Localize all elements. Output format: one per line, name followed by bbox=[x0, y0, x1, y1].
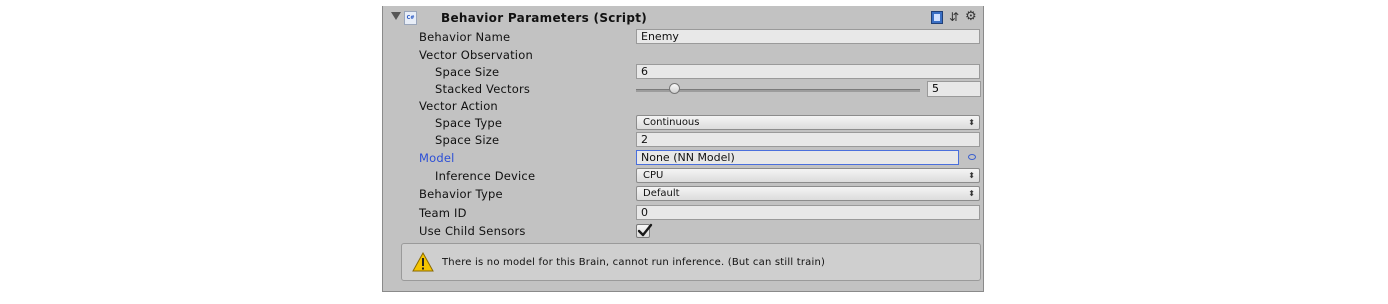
row-team-id: Team ID 0 bbox=[383, 205, 983, 222]
stacked-vectors-input[interactable]: 5 bbox=[927, 81, 981, 97]
model-label: Model bbox=[419, 151, 455, 165]
updown-arrows-icon: ⬍ bbox=[968, 118, 975, 127]
warning-message: There is no model for this Brain, cannot… bbox=[442, 257, 826, 268]
space-type-value: Continuous bbox=[643, 117, 700, 128]
model-object-field[interactable]: None (NN Model) bbox=[636, 150, 959, 165]
book-icon[interactable] bbox=[931, 11, 943, 24]
row-model: Model None (NN Model) bbox=[383, 150, 983, 167]
vector-action-label: Vector Action bbox=[419, 99, 498, 113]
component-title: Behavior Parameters (Script) bbox=[441, 11, 648, 25]
row-action-space-size: Space Size 2 bbox=[383, 132, 983, 149]
behavior-type-value: Default bbox=[643, 188, 680, 199]
component-header[interactable]: C# Behavior Parameters (Script) ⇵ ⚙ bbox=[383, 6, 983, 28]
row-vector-action: Vector Action bbox=[383, 98, 983, 115]
row-use-child-sensors: Use Child Sensors bbox=[383, 223, 983, 240]
row-stacked-vectors: Stacked Vectors 5 bbox=[383, 81, 983, 98]
inference-device-dropdown[interactable]: CPU ⬍ bbox=[636, 168, 980, 183]
stacked-vectors-label: Stacked Vectors bbox=[435, 82, 531, 96]
row-inference-device: Inference Device CPU ⬍ bbox=[383, 168, 983, 185]
space-type-label: Space Type bbox=[435, 116, 503, 130]
warning-helpbox: There is no model for this Brain, cannot… bbox=[401, 243, 981, 281]
inspector-panel: C# Behavior Parameters (Script) ⇵ ⚙ Beha… bbox=[382, 6, 984, 292]
warning-icon bbox=[412, 252, 434, 272]
use-child-sensors-checkbox[interactable] bbox=[636, 223, 653, 238]
row-behavior-type: Behavior Type Default ⬍ bbox=[383, 186, 983, 203]
inference-device-label: Inference Device bbox=[435, 169, 536, 183]
row-behavior-name: Behavior Name Enemy bbox=[383, 29, 983, 46]
space-type-dropdown[interactable]: Continuous ⬍ bbox=[636, 115, 980, 130]
vector-observation-label: Vector Observation bbox=[419, 48, 533, 62]
checkmark-icon bbox=[637, 223, 653, 237]
action-space-size-label: Space Size bbox=[435, 133, 500, 147]
script-icon: C# bbox=[404, 11, 417, 25]
behavior-type-label: Behavior Type bbox=[419, 187, 503, 201]
row-observation-space-size: Space Size 6 bbox=[383, 64, 983, 81]
sliders-icon[interactable]: ⇵ bbox=[949, 11, 959, 24]
target-icon[interactable] bbox=[968, 154, 976, 160]
behavior-type-dropdown[interactable]: Default ⬍ bbox=[636, 186, 980, 201]
updown-arrows-icon: ⬍ bbox=[968, 189, 975, 198]
team-id-label: Team ID bbox=[419, 206, 467, 220]
gear-icon[interactable]: ⚙ bbox=[965, 10, 977, 24]
team-id-input[interactable]: 0 bbox=[636, 205, 980, 220]
behavior-name-label: Behavior Name bbox=[419, 30, 511, 44]
stacked-vectors-slider-thumb[interactable] bbox=[668, 83, 680, 94]
row-space-type: Space Type Continuous ⬍ bbox=[383, 115, 983, 132]
action-space-size-input[interactable]: 2 bbox=[636, 132, 980, 147]
inference-device-value: CPU bbox=[643, 170, 664, 181]
behavior-name-input[interactable]: Enemy bbox=[636, 29, 980, 44]
foldout-triangle-icon[interactable] bbox=[391, 12, 401, 20]
observation-space-size-input[interactable]: 6 bbox=[636, 64, 980, 79]
row-vector-observation: Vector Observation bbox=[383, 47, 983, 64]
updown-arrows-icon: ⬍ bbox=[968, 171, 975, 180]
use-child-sensors-label: Use Child Sensors bbox=[419, 224, 526, 238]
observation-space-size-label: Space Size bbox=[435, 65, 500, 79]
